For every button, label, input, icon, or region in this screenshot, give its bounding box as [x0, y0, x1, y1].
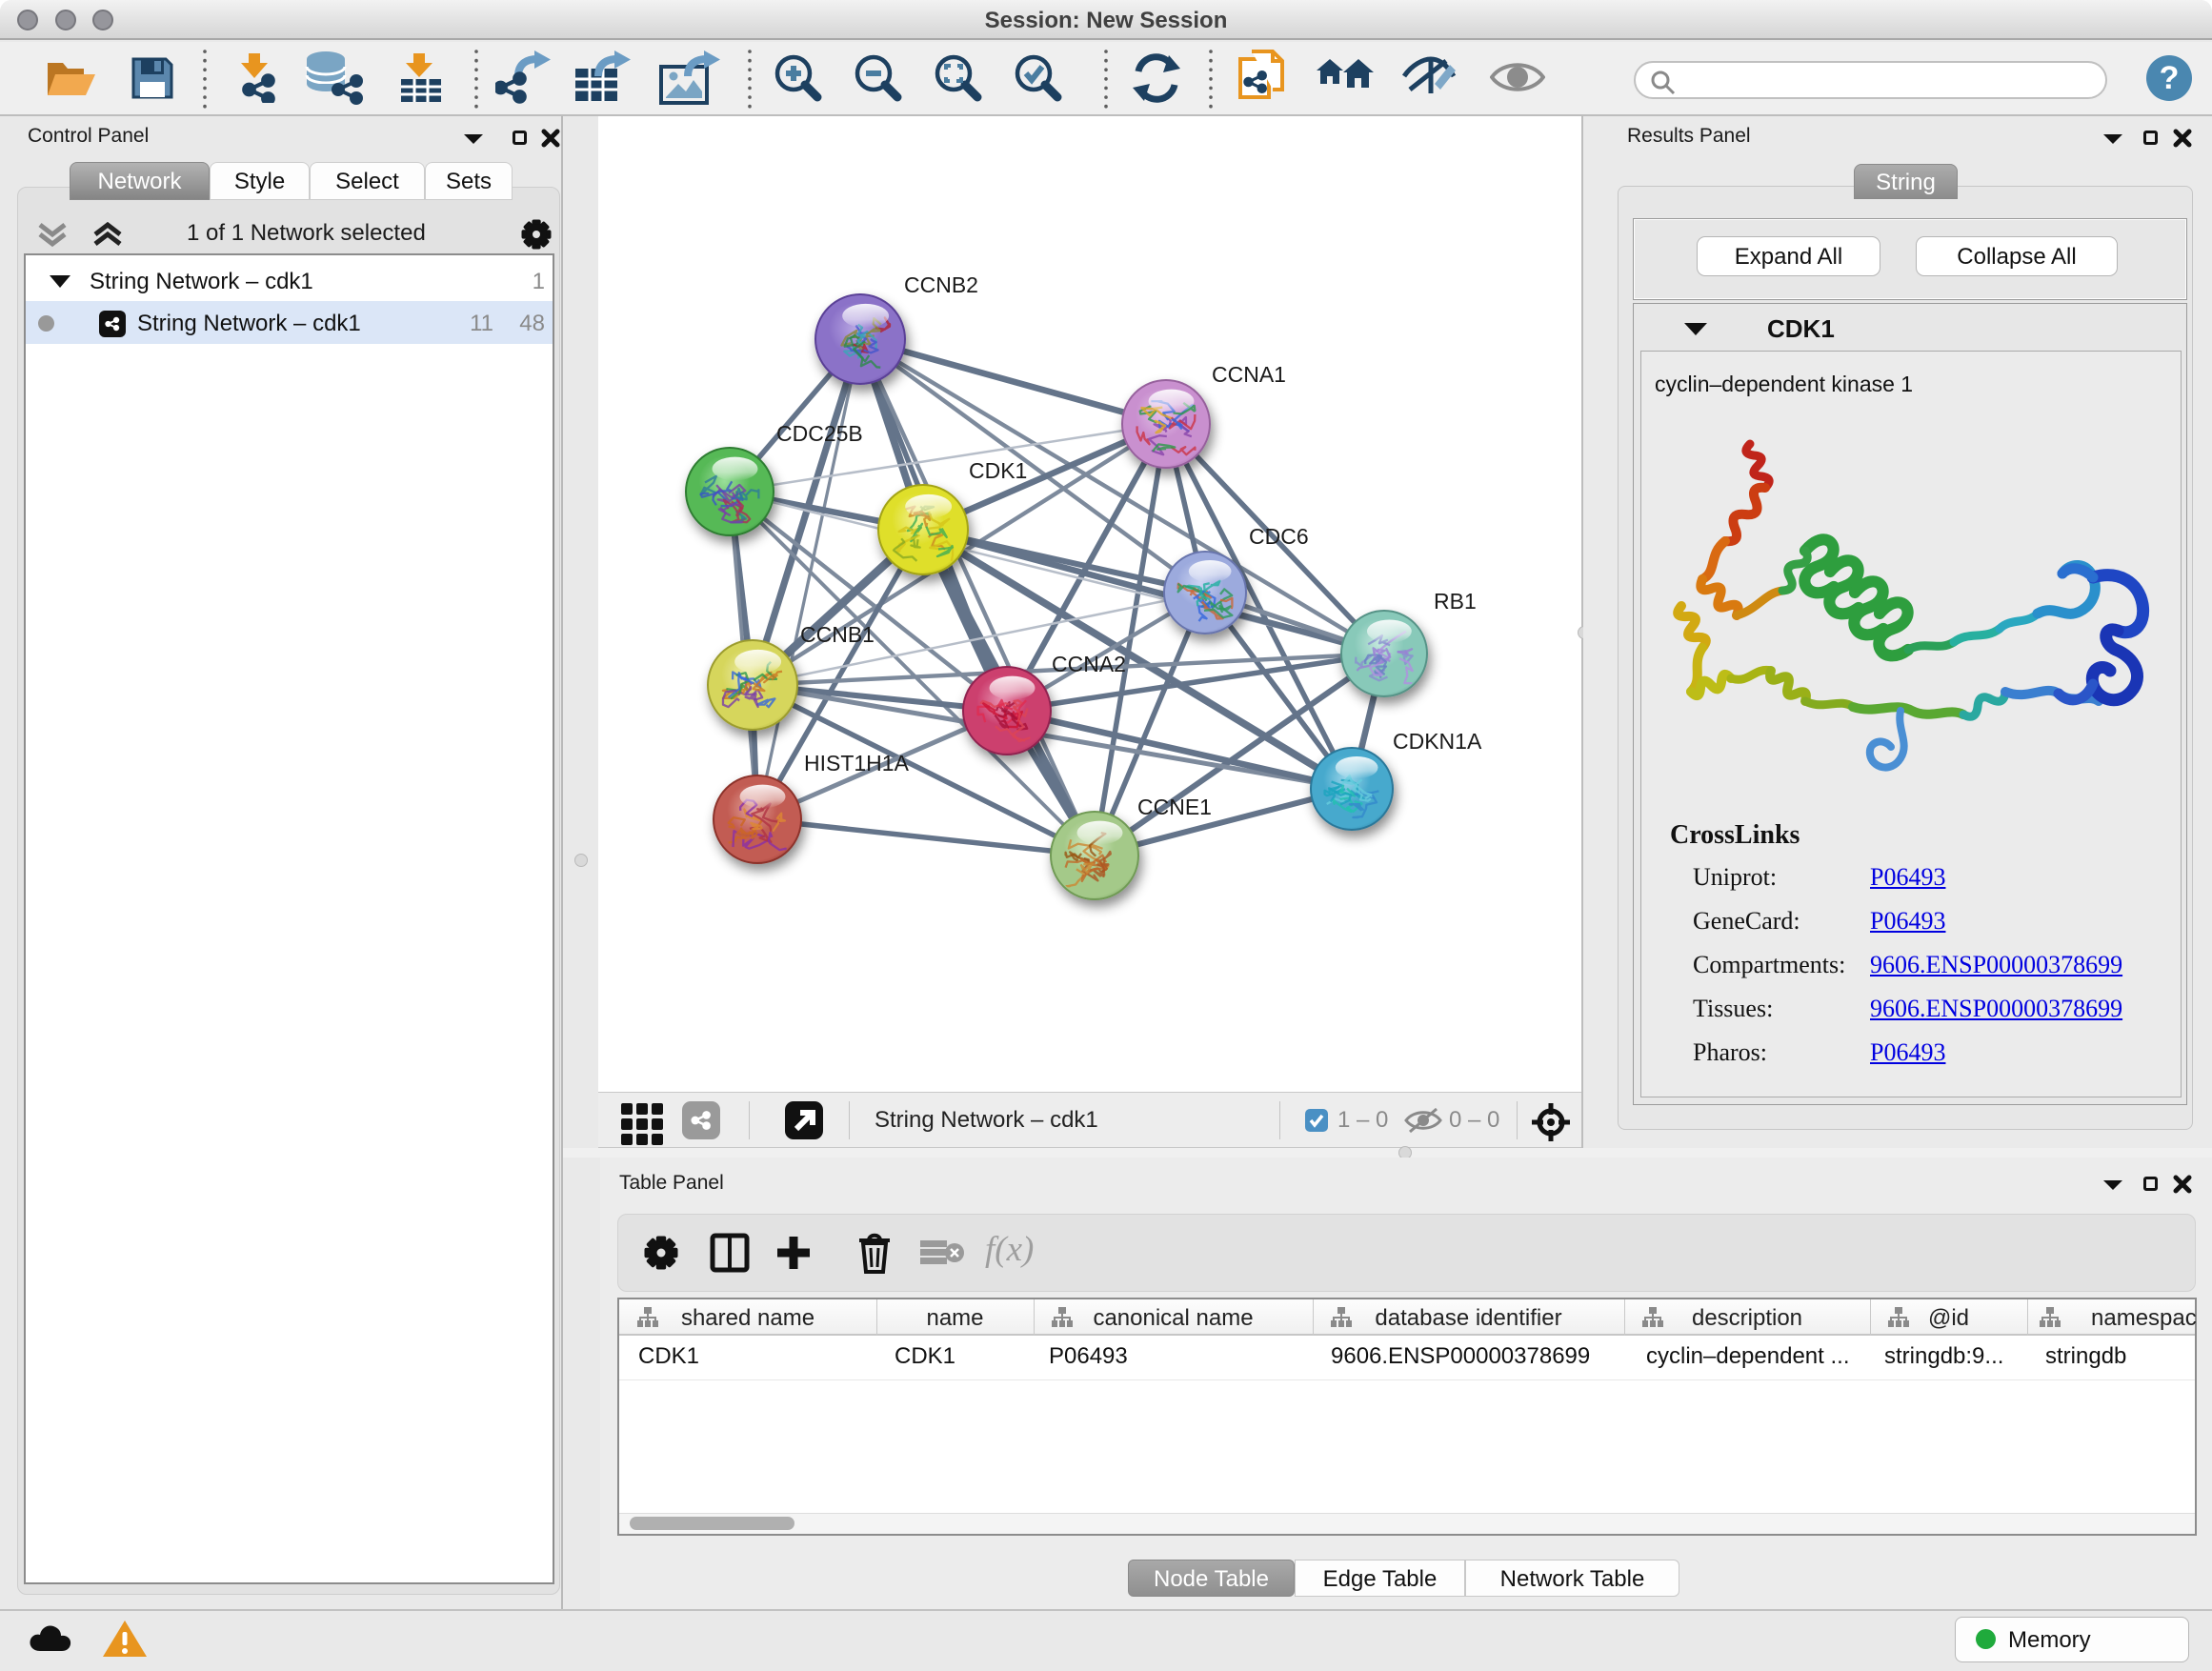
svg-text:CCNE1: CCNE1 [1137, 795, 1212, 819]
svg-text:CCNA2: CCNA2 [1052, 652, 1126, 676]
svg-text:CCNB2: CCNB2 [904, 272, 978, 297]
svg-text:CDC6: CDC6 [1249, 524, 1309, 549]
svg-text:CDC25B: CDC25B [776, 421, 863, 446]
svg-text:CDKN1A: CDKN1A [1393, 729, 1482, 754]
svg-text:HIST1H1A: HIST1H1A [804, 751, 910, 775]
svg-text:CCNA1: CCNA1 [1212, 362, 1286, 387]
svg-text:CDK1: CDK1 [969, 458, 1027, 483]
svg-text:RB1: RB1 [1434, 589, 1477, 614]
svg-text:CCNB1: CCNB1 [800, 622, 875, 647]
